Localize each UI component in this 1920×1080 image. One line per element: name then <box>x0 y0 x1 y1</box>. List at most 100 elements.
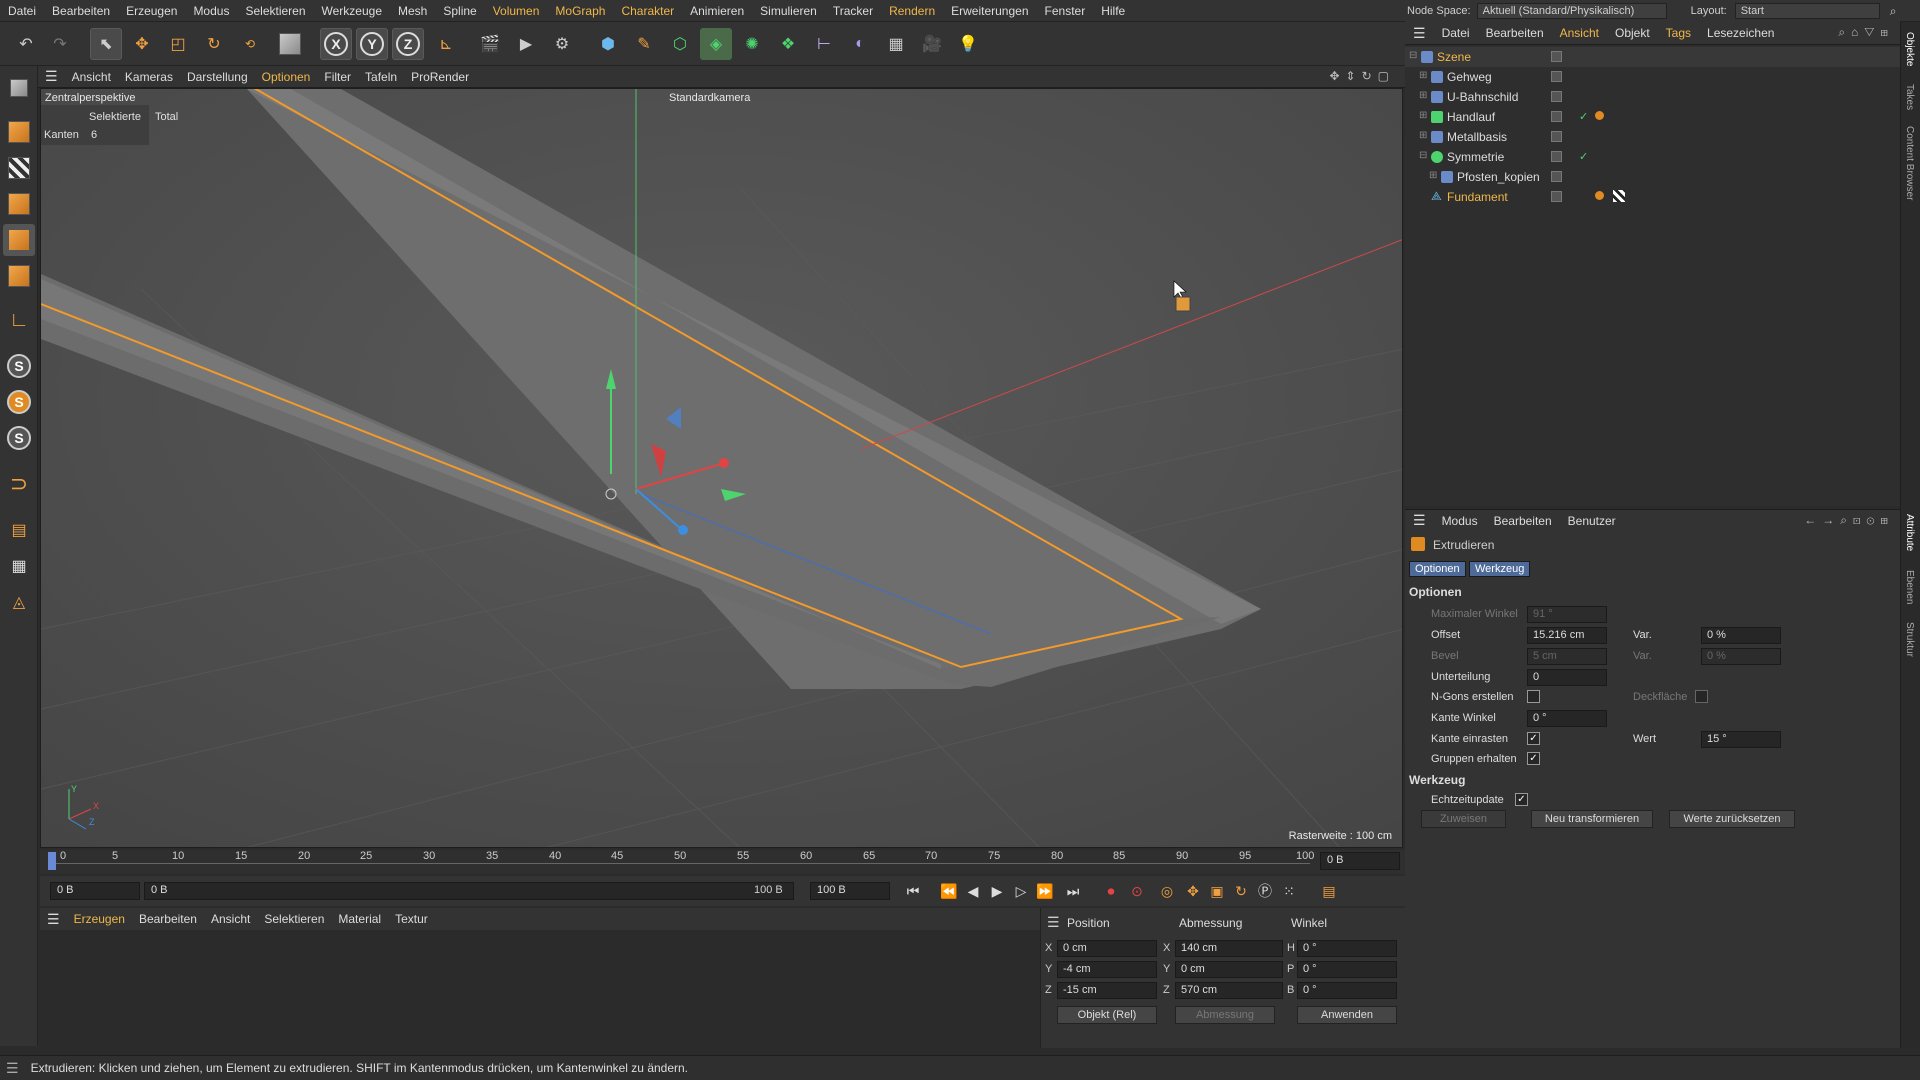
viewport-hamburger-icon[interactable]: ☰ <box>38 68 65 85</box>
viewport-menu-tafeln[interactable]: Tafeln <box>358 70 404 84</box>
expand-icon[interactable]: ⊞ <box>1429 170 1437 181</box>
edit-toggle[interactable] <box>1551 111 1562 122</box>
var2-field[interactable]: 0 % <box>1701 648 1781 665</box>
var-field[interactable]: 0 % <box>1701 627 1781 644</box>
viewport-menu-kameras[interactable]: Kameras <box>118 70 180 84</box>
magnet-icon[interactable]: ⊃ <box>3 468 35 500</box>
check-icon[interactable]: ✓ <box>1579 150 1588 163</box>
world-coordinates-icon[interactable]: ⊾ <box>430 28 462 60</box>
viewport-menu-darstellung[interactable]: Darstellung <box>180 70 255 84</box>
coordinate-system-icon[interactable] <box>274 28 306 60</box>
deformer-icon[interactable]: ⊢ <box>808 28 840 60</box>
record-icon[interactable]: ⏺ <box>1100 880 1122 902</box>
keyframe-selection-icon[interactable]: ◎ <box>1156 880 1178 902</box>
position-y-field[interactable]: -4 cm <box>1057 961 1157 978</box>
node-space-select[interactable]: Aktuell (Standard/Physikalisch) <box>1476 3 1667 19</box>
viewport-menu-filter[interactable]: Filter <box>317 70 358 84</box>
subdivision-field[interactable]: 0 <box>1527 669 1607 686</box>
viewport-menu-optionen[interactable]: Optionen <box>255 70 318 84</box>
axis-mode-icon[interactable]: ∟ <box>3 304 35 336</box>
auto-key-icon[interactable]: ⊙ <box>1126 880 1148 902</box>
object-menu-objekt[interactable]: Objekt <box>1607 26 1658 40</box>
render-region-icon[interactable]: 🎬 <box>474 28 506 60</box>
timeline-settings-icon[interactable]: ▤ <box>1318 880 1340 902</box>
menu-charakter[interactable]: Charakter <box>613 4 682 18</box>
value-field[interactable]: 15 ° <box>1701 731 1781 748</box>
keep-groups-checkbox[interactable]: ✓ <box>1527 752 1540 765</box>
attribute-hamburger-icon[interactable]: ☰ <box>1405 512 1434 529</box>
edit-toggle[interactable] <box>1551 51 1562 62</box>
position-z-field[interactable]: -15 cm <box>1057 982 1157 999</box>
material-menu-erzeugen[interactable]: Erzeugen <box>67 912 132 926</box>
edges-mode-icon[interactable] <box>3 224 35 256</box>
offset-field[interactable]: 15.216 cm <box>1527 627 1607 644</box>
goto-end-icon[interactable]: ⏭ <box>1062 880 1084 902</box>
camera-icon[interactable]: 🎥 <box>916 28 948 60</box>
menu-spline[interactable]: Spline <box>435 4 484 18</box>
light-icon[interactable]: 💡 <box>952 28 984 60</box>
bevel-field[interactable]: 5 cm <box>1527 648 1607 665</box>
y-axis-lock-button[interactable]: Y <box>356 28 388 60</box>
quantize-icon[interactable]: S <box>3 422 35 454</box>
z-axis-lock-button[interactable]: Z <box>392 28 424 60</box>
ngons-checkbox[interactable] <box>1527 690 1540 703</box>
edge-snap-checkbox[interactable]: ✓ <box>1527 732 1540 745</box>
menu-werkzeuge[interactable]: Werkzeuge <box>314 4 390 18</box>
render-settings-icon[interactable]: ⚙ <box>546 28 578 60</box>
attribute-menu-benutzer[interactable]: Benutzer <box>1560 514 1624 528</box>
end-frame-field[interactable]: 100 B <box>810 882 890 900</box>
new-transform-button[interactable]: Neu transformieren <box>1531 810 1653 828</box>
render-view-icon[interactable]: ▶ <box>510 28 542 60</box>
size-z-field[interactable]: 570 cm <box>1175 982 1283 999</box>
workplane-lock-icon[interactable]: ▦ <box>3 550 35 582</box>
material-menu-bearbeiten[interactable]: Bearbeiten <box>132 912 204 926</box>
menu-modus[interactable]: Modus <box>185 4 237 18</box>
object-menu-tags[interactable]: Tags <box>1658 26 1699 40</box>
psr-tool-icon[interactable]: ⟲ <box>234 28 266 60</box>
object-row[interactable]: ⊞ Handlauf ✓ <box>1405 107 1900 127</box>
snap-settings-icon[interactable]: S <box>3 386 35 418</box>
realtime-checkbox[interactable]: ✓ <box>1515 793 1528 806</box>
prev-frame-icon[interactable]: ◀ <box>962 880 984 902</box>
key-scale-icon[interactable]: ▣ <box>1206 880 1228 902</box>
object-row[interactable]: ⟁ Fundament <box>1405 187 1900 207</box>
layout-select[interactable]: Start <box>1734 3 1880 19</box>
planar-workplane-icon[interactable]: ◬ <box>3 586 35 618</box>
menu-mesh[interactable]: Mesh <box>390 4 435 18</box>
texture-tag-icon[interactable] <box>1613 190 1625 202</box>
side-tab-takes[interactable]: Takes <box>1904 84 1915 110</box>
menu-selektieren[interactable]: Selektieren <box>237 4 313 18</box>
next-frame-icon[interactable]: ▷ <box>1010 880 1032 902</box>
size-y-field[interactable]: 0 cm <box>1175 961 1283 978</box>
side-tab-struktur[interactable]: Struktur <box>1904 622 1915 657</box>
start-frame-field[interactable]: 0 B <box>50 882 140 900</box>
menu-hilfe[interactable]: Hilfe <box>1093 4 1133 18</box>
apply-button[interactable]: Anwenden <box>1297 1006 1397 1024</box>
expand-icon[interactable]: ⊞ <box>1419 70 1427 81</box>
object-toolbar-icons[interactable]: ⌕⌂▽⊞ <box>1838 25 1894 40</box>
pen-spline-icon[interactable]: ✎ <box>628 28 660 60</box>
rotate-tool-icon[interactable]: ↻ <box>198 28 230 60</box>
next-key-icon[interactable]: ⏩ <box>1034 880 1056 902</box>
rotation-b-field[interactable]: 0 ° <box>1297 982 1397 999</box>
menu-erzeugen[interactable]: Erzeugen <box>118 4 185 18</box>
make-editable-icon[interactable] <box>3 72 35 104</box>
current-frame-field[interactable]: 0 B <box>1320 852 1400 870</box>
menu-datei[interactable]: Datei <box>0 4 44 18</box>
menu-erweiterungen[interactable]: Erweiterungen <box>943 4 1036 18</box>
menu-tracker[interactable]: Tracker <box>825 4 881 18</box>
texture-mode-icon[interactable] <box>3 152 35 184</box>
object-menu-ansicht[interactable]: Ansicht <box>1552 26 1607 40</box>
menu-simulieren[interactable]: Simulieren <box>752 4 825 18</box>
edit-toggle[interactable] <box>1551 131 1562 142</box>
side-tab-objekte[interactable]: Objekte <box>1904 32 1915 66</box>
tab-optionen[interactable]: Optionen <box>1409 561 1466 577</box>
object-hamburger-icon[interactable]: ☰ <box>1405 25 1434 42</box>
material-menu-selektieren[interactable]: Selektieren <box>257 912 331 926</box>
prev-key-icon[interactable]: ⏪ <box>938 880 960 902</box>
object-row[interactable]: ⊞ Pfosten_kopien <box>1405 167 1900 187</box>
tab-werkzeug[interactable]: Werkzeug <box>1469 561 1531 577</box>
model-mode-icon[interactable] <box>3 116 35 148</box>
viewport-camera-name[interactable]: Standardkamera <box>669 92 750 104</box>
menu-mograph[interactable]: MoGraph <box>547 4 613 18</box>
